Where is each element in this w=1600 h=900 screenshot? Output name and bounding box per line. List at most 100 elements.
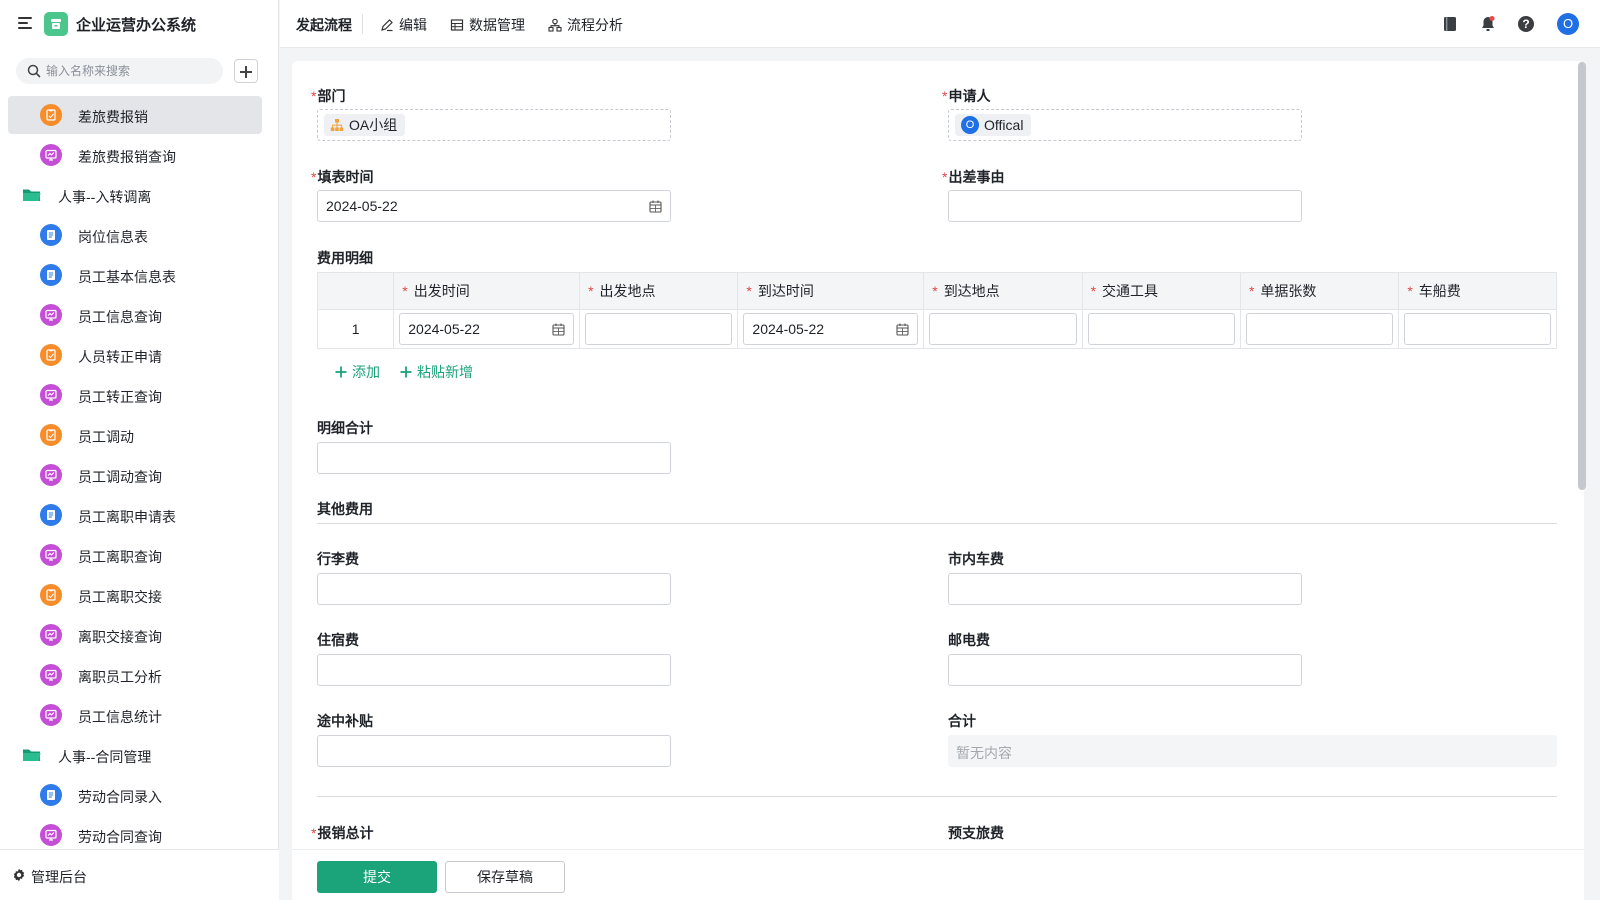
transport-input[interactable] [1088,314,1234,345]
add-item-button[interactable] [234,59,258,83]
help-icon[interactable]: ? [1516,14,1536,34]
sidebar-item[interactable]: 员工离职交接 [8,576,262,614]
document-icon [40,224,62,246]
column-header: * 出发地点 [579,273,739,310]
arrive-place-input[interactable] [930,314,1076,345]
luggage-input[interactable] [318,574,670,604]
arrive-time-cell[interactable] [743,313,919,346]
sidebar-item[interactable]: 差旅费报销查询 [8,136,262,174]
postage-label: 邮电费 [948,632,990,648]
scrollbar[interactable] [1578,62,1586,490]
advance-label: 预支旅费 [948,825,1004,841]
allowance-field[interactable] [317,735,671,767]
luggage-label: 行李费 [317,551,359,567]
depart-time-cell[interactable] [399,313,575,346]
sidebar-search[interactable] [16,58,223,84]
gear-icon [13,868,25,882]
sidebar-item[interactable]: 员工离职申请表 [8,496,262,534]
sidebar-item[interactable]: 员工基本信息表 [8,256,262,294]
plus-icon [335,366,347,378]
add-row-button[interactable]: 添加 [335,362,380,382]
sidebar-item[interactable]: 岗位信息表 [8,216,262,254]
trip-reason-input[interactable] [949,191,1301,221]
receipts-input[interactable] [1246,314,1393,345]
fill-date-field[interactable] [317,190,671,222]
depart-place-cell[interactable] [585,313,733,346]
tab-label: 数据管理 [469,17,525,33]
menu-icon[interactable] [18,16,32,30]
tab-data-management[interactable]: 数据管理 [450,15,525,35]
sidebar-item[interactable]: 员工调动 [8,416,262,454]
depart-place-input[interactable] [586,314,732,345]
transport-cell[interactable] [1087,313,1235,346]
receipts-cell[interactable] [1245,313,1394,346]
sidebar-folder[interactable]: 人事--入转调离 [8,176,262,214]
table-header-row: * 出发时间 * 出发地点 * 到达时间 * 到达地点 * 交通工具 * 单据张数 * 车船费 [318,273,1557,310]
paste-add-button[interactable]: 粘贴新增 [400,362,473,382]
detail-total-input[interactable] [318,443,670,473]
form-icon [40,104,62,126]
allowance-input[interactable] [318,736,670,766]
detail-total-label: 明细合计 [317,420,373,436]
sidebar-item[interactable]: 员工信息查询 [8,296,262,334]
sidebar-item[interactable]: 离职员工分析 [8,656,262,694]
detail-total-field[interactable] [317,442,671,474]
local-transport-field[interactable] [948,573,1302,605]
tab-label: 流程分析 [567,17,623,33]
fill-date-input[interactable] [318,191,670,221]
user-avatar[interactable]: O [1557,13,1579,35]
postage-input[interactable] [949,655,1301,685]
lodging-input[interactable] [318,655,670,685]
department-selector[interactable]: OA小组 [317,109,671,141]
sidebar-item[interactable]: 员工转正查询 [8,376,262,414]
search-input[interactable] [46,61,216,81]
tab-edit[interactable]: 编辑 [380,15,427,35]
lodging-field[interactable] [317,654,671,686]
postage-field[interactable] [948,654,1302,686]
fare-cell[interactable] [1404,313,1551,346]
sidebar-item-label: 人员转正申请 [78,349,162,365]
app-title: 企业运营办公系统 [76,17,197,34]
form-icon [40,424,62,446]
sidebar-item[interactable]: 劳动合同录入 [8,776,262,814]
sidebar-item[interactable]: 离职交接查询 [8,616,262,654]
submit-button[interactable]: 提交 [317,861,437,893]
sidebar-item-label: 劳动合同查询 [78,829,162,845]
applicant-avatar: O [961,116,979,134]
arrive-place-cell[interactable] [929,313,1077,346]
sidebar-item-label: 人事--合同管理 [58,749,152,765]
book-icon[interactable] [1440,14,1460,34]
form-panel [292,61,1584,900]
sidebar-item-label: 差旅费报销 [78,109,148,125]
app-logo-icon [44,12,68,36]
subtotal-empty-text: 暂无内容 [956,745,1012,761]
report-icon [40,824,62,846]
notification-icon[interactable] [1478,14,1498,34]
luggage-field[interactable] [317,573,671,605]
sidebar-item[interactable]: 员工离职查询 [8,536,262,574]
fare-input[interactable] [1405,314,1550,345]
sidebar-item[interactable]: 人员转正申请 [8,336,262,374]
form-icon [40,344,62,366]
subtotal-display: 暂无内容 [948,735,1557,767]
paste-add-label: 粘贴新增 [417,364,473,380]
applicant-tag: O Offical [955,114,1032,136]
sidebar-folder[interactable]: 人事--合同管理 [8,736,262,774]
local-transport-input[interactable] [949,574,1301,604]
save-draft-button[interactable]: 保存草稿 [445,861,565,893]
depart-time-input[interactable] [400,314,574,345]
sidebar-item-label: 岗位信息表 [78,229,148,245]
applicant-selector[interactable]: O Offical [948,109,1302,141]
sidebar-item[interactable]: 差旅费报销 [8,96,262,134]
arrive-time-input[interactable] [744,314,918,345]
trip-reason-field[interactable] [948,190,1302,222]
table-icon [450,19,464,31]
sidebar-item-label: 员工离职申请表 [78,509,176,525]
reimburse-total-label: *报销总计 [311,825,374,841]
admin-entry[interactable]: 管理后台 [0,849,279,900]
tab-start-process[interactable]: 发起流程 [296,15,352,35]
sidebar-item[interactable]: 员工调动查询 [8,456,262,494]
tab-process-analysis[interactable]: 流程分析 [548,15,623,35]
sidebar-item-label: 差旅费报销查询 [78,149,176,165]
sidebar-item[interactable]: 员工信息统计 [8,696,262,734]
